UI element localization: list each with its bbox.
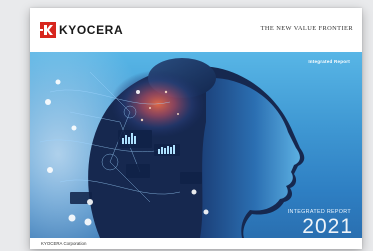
cover-year: 2021 xyxy=(302,215,353,238)
logo-wordmark: KYOCERA xyxy=(59,23,124,37)
company-name: KYOCERA Corporation xyxy=(41,241,87,246)
cover-subtitle: Integrated Report xyxy=(308,59,350,64)
kyocera-logo: KYOCERA xyxy=(40,22,123,38)
footer-bar: KYOCERA Corporation xyxy=(30,238,362,249)
cover-image: Integrated Report INTEGRATED REPORT 2021 xyxy=(30,52,362,238)
report-cover-page: KYOCERA The New Value Frontier xyxy=(30,8,362,249)
kyocera-logo-mark-icon xyxy=(40,22,56,38)
header-bar: KYOCERA The New Value Frontier xyxy=(30,8,362,52)
slogan-text: The New Value Frontier xyxy=(260,25,353,32)
